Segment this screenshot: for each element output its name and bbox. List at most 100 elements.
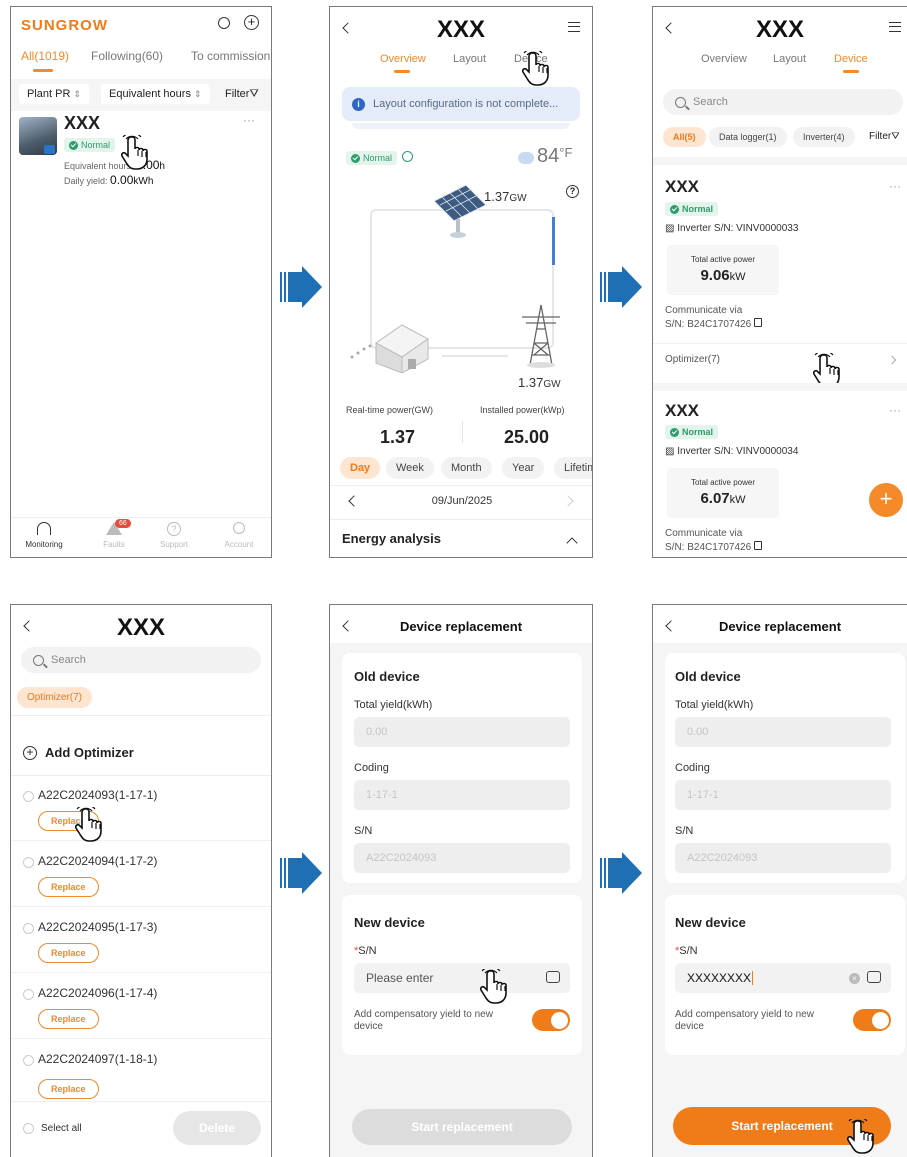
compensatory-toggle[interactable] [532,1009,570,1031]
select-radio[interactable] [23,1055,34,1066]
flow-arrow-icon [600,266,642,308]
delete-button[interactable]: Delete [173,1111,261,1145]
camera-icon[interactable] [546,971,560,983]
layout-banner[interactable]: i Layout configuration is not complete..… [342,87,580,121]
more-icon[interactable]: ··· [889,403,901,417]
flow-arrow-icon [280,266,322,308]
list-item[interactable] [11,909,271,973]
select-radio[interactable] [23,791,34,802]
optimizer-id: A22C2024097(1-18-1) [38,1052,158,1066]
period-month[interactable]: Month [441,457,492,479]
replace-button[interactable]: Replace [38,877,99,897]
flow-line-pv [552,217,555,265]
add-plant-icon[interactable]: + [244,15,259,30]
select-radio[interactable] [23,989,34,1000]
installed-power-label: Installed power(kWp) [480,405,565,415]
compensatory-toggle[interactable] [853,1009,891,1031]
list-item[interactable] [11,777,271,841]
sort-plant-pr[interactable]: Plant PR ⇕ [19,84,90,104]
power-label: Total active power [690,255,756,264]
search-icon[interactable] [218,17,230,29]
more-icon[interactable]: ··· [889,179,901,193]
tab-layout[interactable]: Layout [773,53,806,65]
new-device-title: New device [675,915,746,930]
sort-equivalent-hours[interactable]: Equivalent hours ⇕ [101,84,210,104]
tab-layout[interactable]: Layout [453,53,486,65]
period-day[interactable]: Day [340,457,381,479]
select-all-radio[interactable] [23,1123,34,1134]
check-icon [670,427,679,437]
search-input[interactable]: Search [21,647,261,673]
period-week[interactable]: Week [386,457,434,479]
compensatory-label: Add compensatory yield to new device [675,1009,814,1032]
add-device-fab[interactable]: + [869,483,903,517]
section-gap [653,383,907,391]
power-box: Total active power 9.06kW [667,245,779,295]
stat-divider [462,421,463,443]
tab-overview[interactable]: Overview [380,53,426,65]
replace-button[interactable]: Replace [38,1009,99,1029]
tap-hand-icon [75,807,102,842]
new-sn-label-text: S/N [679,945,698,957]
total-yield-label: Total yield(kWh) [675,699,754,711]
list-item[interactable] [11,843,271,907]
period-lifetime[interactable]: Lifetime [554,457,592,479]
copy-icon[interactable] [753,318,762,327]
menu-icon[interactable] [889,22,901,32]
select-radio[interactable] [23,857,34,868]
replace-button[interactable]: Replace [38,943,99,963]
tab-overview[interactable]: Overview [701,53,747,65]
nav-account[interactable]: Account [216,522,262,549]
eq-hours-unit: h [159,161,165,172]
add-optimizer-button[interactable]: + Add Optimizer [23,745,134,760]
power-value: 9.06 [700,267,730,284]
more-icon[interactable]: ··· [243,113,255,127]
clear-icon[interactable]: × [849,973,860,984]
page-title: XXX [755,16,805,43]
start-replacement-button[interactable]: Start replacement [352,1109,572,1145]
faults-count-badge: 66 [115,519,131,528]
chevron-up-icon[interactable] [566,537,578,549]
search-icon [33,654,44,666]
add-optimizer-label: Add Optimizer [45,745,134,760]
nav-monitoring[interactable]: Monitoring [21,522,67,549]
nav-support[interactable]: ? Support [151,522,197,549]
new-sn-placeholder: Please enter [366,971,434,985]
old-sn-field: A22C2024093 [354,843,570,873]
select-radio[interactable] [23,923,34,934]
total-yield-field: 0.00 [675,717,891,747]
screen-optimizer-list: XXX Search Optimizer(7) + Add Optimizer … [10,604,272,1157]
copy-icon[interactable] [753,541,762,550]
date-label[interactable]: 09/Jun/2025 [330,495,592,507]
menu-icon[interactable] [568,22,580,32]
inverter-sn-text: Inverter S/N: VINV0000034 [677,446,799,457]
new-sn-input[interactable]: Please enter [354,963,570,993]
chip-all[interactable]: All(5) [663,127,706,147]
filter-label: Filter [869,131,892,142]
period-year[interactable]: Year [502,457,545,479]
replace-button[interactable]: Replace [38,1079,99,1099]
tab-all[interactable]: All(1019) [21,49,69,63]
list-item[interactable] [11,975,271,1039]
home-icon [37,522,51,535]
camera-icon[interactable] [867,971,881,983]
tab-indicator [843,70,859,73]
chip-inverter[interactable]: Inverter(4) [793,127,855,147]
sn-label: S/N [354,825,373,837]
tab-to-commission[interactable]: To commission [191,49,270,63]
help-icon[interactable]: ? [566,185,579,198]
chip-data-logger[interactable]: Data logger(1) [709,127,787,147]
search-input[interactable]: Search [663,89,903,115]
power-reading: 6.07kW [667,490,779,508]
pv-power-value: 1.37 [484,189,510,204]
chip-optimizer[interactable]: Optimizer(7) [17,687,93,708]
daily-yield-value: 0.00 [110,173,134,187]
search-placeholder: Search [693,96,728,108]
filter-button[interactable]: Filter⛛ [869,131,900,142]
tab-device[interactable]: Device [834,53,868,65]
sort-eq-hours-label: Equivalent hours [109,88,191,100]
filter-button[interactable]: Filter⛛ [225,88,259,101]
select-all-label[interactable]: Select all [41,1123,82,1134]
total-yield-label: Total yield(kWh) [354,699,433,711]
tab-following[interactable]: Following(60) [91,49,163,63]
